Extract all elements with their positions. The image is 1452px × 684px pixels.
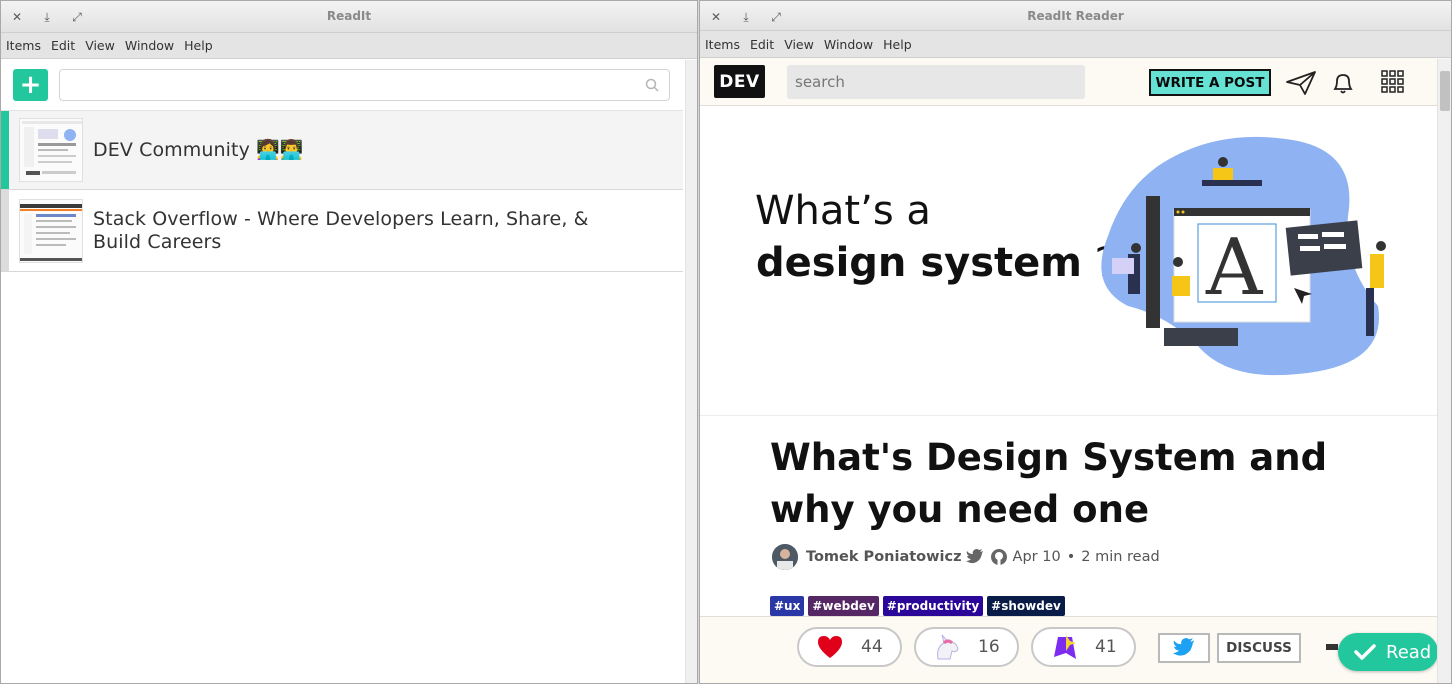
- avatar[interactable]: [772, 544, 798, 570]
- article-cover: What’s a design system ? A: [700, 108, 1437, 416]
- add-item-button[interactable]: +: [13, 68, 48, 101]
- menu-items[interactable]: Items: [1, 38, 46, 53]
- bookmark-button[interactable]: 41: [1031, 627, 1136, 667]
- item-list: DEV Community 👩‍💻👨‍💻 Stack Overflow - Wh…: [1, 111, 683, 272]
- svg-text:A: A: [1205, 223, 1264, 313]
- reader-window: ✕ ⤓ ⤢ ReadIt Reader Items Edit View Wind…: [699, 0, 1452, 684]
- article-title: What's Design System and why you need on…: [770, 436, 1328, 531]
- dev-search-input[interactable]: search: [787, 65, 1085, 99]
- like-count: 44: [861, 637, 883, 657]
- bell-icon[interactable]: [1330, 70, 1356, 96]
- item-title: Stack Overflow - Where Developers Learn,…: [93, 207, 589, 253]
- list-item[interactable]: DEV Community 👩‍💻👨‍💻: [1, 111, 683, 190]
- scrollbar[interactable]: [685, 60, 697, 683]
- write-post-button[interactable]: WRITE A POST: [1149, 69, 1271, 96]
- bookmark-icon: [1054, 635, 1076, 659]
- item-thumbnail: [19, 118, 83, 182]
- read-time: 2 min read: [1081, 549, 1160, 565]
- menu-edit[interactable]: Edit: [46, 38, 80, 53]
- send-icon[interactable]: [1285, 70, 1317, 96]
- unicorn-count: 16: [978, 637, 1000, 657]
- article-meta: Tomek Poniatowicz Apr 10 • 2 min read: [772, 544, 1160, 570]
- tag-showdev[interactable]: #showdev: [987, 596, 1065, 616]
- item-thumbnail: [19, 198, 83, 263]
- bookmark-count: 41: [1095, 637, 1117, 657]
- unicorn-button[interactable]: 16: [914, 627, 1019, 667]
- dev-navbar: DEV search WRITE A POST: [700, 58, 1451, 106]
- item-title: DEV Community 👩‍💻👨‍💻: [93, 138, 304, 161]
- publish-date: Apr 10: [1012, 549, 1061, 565]
- scrollbar[interactable]: [1437, 59, 1451, 683]
- menu-view[interactable]: View: [779, 37, 819, 52]
- read-button[interactable]: Read: [1338, 633, 1438, 671]
- menu-items[interactable]: Items: [700, 37, 745, 52]
- design-system-illustration: A: [1101, 136, 1386, 376]
- dev-logo[interactable]: DEV: [714, 65, 765, 98]
- selection-stripe: [1, 111, 9, 189]
- menu-view[interactable]: View: [80, 38, 120, 53]
- window-title: ReadIt: [326, 9, 372, 23]
- twitter-icon: [1172, 638, 1194, 656]
- menu-help[interactable]: Help: [878, 37, 917, 52]
- meta-separator: •: [1066, 549, 1076, 565]
- readit-window: ✕ ⤓ ⤢ ReadIt Items Edit View Window Help…: [0, 0, 698, 684]
- github-icon[interactable]: [990, 548, 1008, 566]
- more-dots-icon[interactable]: [1326, 644, 1338, 650]
- reaction-bar: 44 16 41 DISCUSS: [700, 616, 1437, 683]
- tag-webdev[interactable]: #webdev: [808, 596, 879, 616]
- selection-stripe: [1, 190, 9, 271]
- toolbar: +: [1, 59, 683, 111]
- author-name[interactable]: Tomek Poniatowicz: [806, 549, 962, 565]
- window-title: ReadIt Reader: [1027, 9, 1124, 23]
- check-icon: [1354, 644, 1376, 660]
- menubar: Items Edit View Window Help: [700, 31, 1451, 58]
- tag-productivity[interactable]: #productivity: [882, 596, 984, 616]
- titlebar: ✕ ⤓ ⤢ ReadIt Reader: [700, 1, 1451, 31]
- cover-line-1: What’s a: [755, 188, 931, 234]
- menu-window[interactable]: Window: [120, 38, 179, 53]
- menubar: Items Edit View Window Help: [1, 33, 697, 59]
- cover-line-2: design system ?: [756, 240, 1116, 286]
- unicorn-icon: [937, 634, 959, 660]
- article-content: What’s a design system ? A What's Design…: [700, 108, 1437, 616]
- twitter-icon[interactable]: [965, 549, 984, 565]
- like-button[interactable]: 44: [797, 627, 902, 667]
- list-item[interactable]: Stack Overflow - Where Developers Learn,…: [1, 190, 683, 272]
- tag-ux[interactable]: #ux: [770, 596, 805, 616]
- cover-bold: design system: [756, 240, 1082, 286]
- tag-list: #ux #webdev #productivity #showdev: [770, 596, 1065, 616]
- menu-help[interactable]: Help: [179, 38, 218, 53]
- menu-window[interactable]: Window: [819, 37, 878, 52]
- search-icon: [645, 78, 659, 92]
- titlebar: ✕ ⤓ ⤢ ReadIt: [1, 1, 697, 33]
- read-label: Read: [1386, 641, 1432, 663]
- apps-grid-icon[interactable]: [1381, 70, 1405, 94]
- share-twitter-button[interactable]: [1158, 633, 1210, 663]
- discuss-button[interactable]: DISCUSS: [1217, 633, 1301, 663]
- search-input[interactable]: [59, 68, 670, 101]
- scrollbar-thumb[interactable]: [1440, 71, 1450, 111]
- heart-icon: [818, 636, 842, 658]
- menu-edit[interactable]: Edit: [745, 37, 779, 52]
